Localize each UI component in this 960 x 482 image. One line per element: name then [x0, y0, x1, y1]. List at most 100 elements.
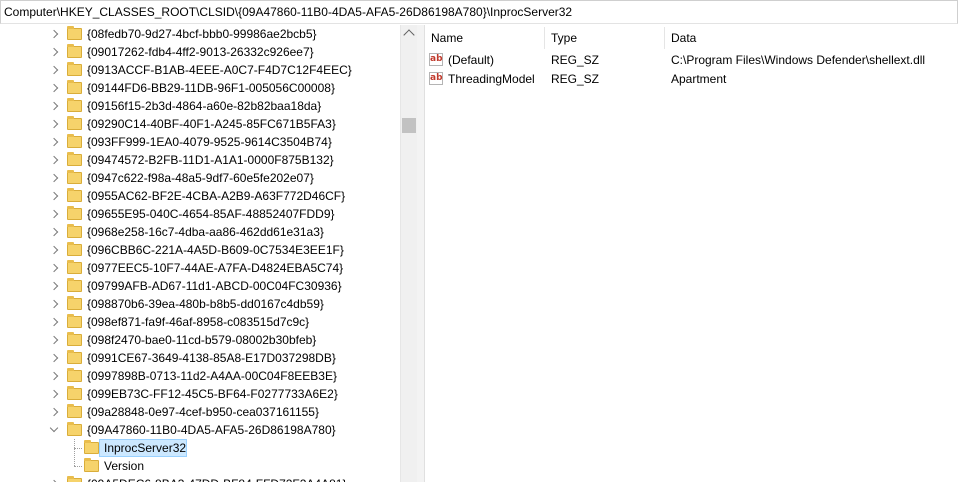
address-bar[interactable]: Computer\HKEY_CLASSES_ROOT\CLSID\{09A478… — [0, 0, 958, 24]
tree-key[interactable]: {093FF999-1EA0-4079-9525-9614C3504B74} — [0, 133, 400, 151]
tree-key[interactable]: {098ef871-fa9f-46af-8958-c083515d7c9c} — [0, 313, 400, 331]
chevron-right-icon[interactable] — [48, 133, 60, 151]
folder-icon — [67, 476, 82, 482]
tree-key-label: Version — [104, 459, 145, 473]
tree-vertical-scrollbar[interactable] — [400, 25, 417, 482]
chevron-right-icon[interactable] — [48, 349, 60, 367]
tree-key[interactable]: {098870b6-39ea-480b-b8b5-dd0167c4db59} — [0, 295, 400, 313]
folder-icon — [67, 62, 82, 76]
tree-key-label: {09156f15-2b3d-4864-a60e-82b82baa18da} — [87, 99, 322, 113]
folder-icon — [67, 314, 82, 328]
chevron-right-icon[interactable] — [48, 205, 60, 223]
tree-key[interactable]: {09144FD6-BB29-11DB-96F1-005056C00008} — [0, 79, 400, 97]
value-data: Apartment — [671, 72, 727, 86]
chevron-right-icon[interactable] — [48, 259, 60, 277]
chevron-right-icon[interactable] — [48, 61, 60, 79]
chevron-right-icon[interactable] — [48, 97, 60, 115]
chevron-right-icon[interactable] — [48, 295, 60, 313]
tree-key[interactable]: {09799AFB-AD67-11d1-ABCD-00C04FC30936} — [0, 277, 400, 295]
tree-subkey-inprocserver32[interactable]: InprocServer32 — [0, 439, 400, 457]
tree-key-label: {0955AC62-BF2E-4CBA-A2B9-A63F772D46CF} — [87, 189, 346, 203]
column-header-data[interactable]: Data — [671, 29, 696, 47]
tree-key[interactable]: {096CBB6C-221A-4A5D-B609-0C7534E3EE1F} — [0, 241, 400, 259]
folder-icon — [67, 368, 82, 382]
chevron-right-icon[interactable] — [48, 223, 60, 241]
value-data: C:\Program Files\Windows Defender\shelle… — [671, 53, 926, 67]
scroll-up-arrow-icon[interactable] — [403, 29, 415, 41]
chevron-right-icon[interactable] — [48, 313, 60, 331]
value-row[interactable]: ab ThreadingModel REG_SZ Apartment — [429, 70, 949, 88]
tree-key[interactable]: {098f2470-bae0-11cd-b579-08002b30bfeb} — [0, 331, 400, 349]
folder-icon — [67, 350, 82, 364]
folder-icon — [67, 170, 82, 184]
tree-key-label: {09290C14-40BF-40F1-A245-85FC671B5FA3} — [87, 117, 336, 131]
chevron-right-icon[interactable] — [48, 367, 60, 385]
tree-key-label: {09017262-fdb4-4ff2-9013-26332c926ee7} — [87, 45, 314, 59]
tree-key-label: {0913ACCF-B1AB-4EEE-A0C7-F4D7C12F4EEC} — [87, 63, 352, 77]
tree-key-label: {09A5DEC6-8BA3-47DD-BF84-FFD72F2A4A81} — [87, 475, 346, 482]
tree-key-label: {09a28848-0e97-4cef-b950-cea037161155} — [87, 405, 319, 419]
value-type: REG_SZ — [551, 72, 600, 86]
chevron-right-icon[interactable] — [48, 403, 60, 421]
tree-key[interactable]: {09A5DEC6-8BA3-47DD-BF84-FFD72F2A4A81} — [0, 475, 400, 482]
folder-icon — [67, 98, 82, 112]
tree-key[interactable]: {0955AC62-BF2E-4CBA-A2B9-A63F772D46CF} — [0, 187, 400, 205]
tree-key[interactable]: {09a28848-0e97-4cef-b950-cea037161155} — [0, 403, 400, 421]
tree-key[interactable]: {09655E95-040C-4654-85AF-48852407FDD9} — [0, 205, 400, 223]
tree-key[interactable]: {0947c622-f98a-48a5-9df7-60e5fe202e07} — [0, 169, 400, 187]
tree-key-label: {096CBB6C-221A-4A5D-B609-0C7534E3EE1F} — [87, 243, 344, 257]
chevron-right-icon[interactable] — [48, 151, 60, 169]
chevron-right-icon[interactable] — [48, 43, 60, 61]
value-row[interactable]: ab (Default) REG_SZ C:\Program Files\Win… — [429, 51, 949, 69]
key-tree[interactable]: {08fedb70-9d27-4bcf-bbb0-99986ae2bcb5} {0… — [0, 25, 400, 482]
folder-icon — [67, 134, 82, 148]
tree-key-expanded[interactable]: {09A47860-11B0-4DA5-AFA5-26D86198A780} — [0, 421, 400, 439]
chevron-right-icon[interactable] — [48, 385, 60, 403]
tree-key-label: {098f2470-bae0-11cd-b579-08002b30bfeb} — [87, 333, 317, 347]
tree-key[interactable]: {09474572-B2FB-11D1-A1A1-0000F875B132} — [0, 151, 400, 169]
chevron-right-icon[interactable] — [48, 277, 60, 295]
folder-icon — [67, 44, 82, 58]
tree-key[interactable]: {08fedb70-9d27-4bcf-bbb0-99986ae2bcb5} — [0, 25, 400, 43]
folder-icon — [67, 188, 82, 202]
tree-key[interactable]: {09290C14-40BF-40F1-A245-85FC671B5FA3} — [0, 115, 400, 133]
folder-icon — [67, 278, 82, 292]
chevron-right-icon[interactable] — [48, 331, 60, 349]
chevron-down-icon[interactable] — [48, 421, 60, 439]
column-header-type[interactable]: Type — [551, 29, 577, 47]
scroll-thumb[interactable] — [402, 118, 416, 133]
tree-key-label: InprocServer32 — [104, 441, 187, 455]
pane-splitter[interactable] — [417, 25, 425, 482]
chevron-right-icon[interactable] — [48, 187, 60, 205]
folder-icon — [67, 242, 82, 256]
column-header-name[interactable]: Name — [431, 29, 463, 47]
folder-icon — [67, 206, 82, 220]
chevron-right-icon[interactable] — [48, 475, 60, 482]
chevron-right-icon[interactable] — [48, 79, 60, 97]
tree-key-label: {099EB73C-FF12-45C5-BF64-F0277733A6E2} — [87, 387, 338, 401]
chevron-right-icon[interactable] — [48, 241, 60, 259]
tree-key[interactable]: {0913ACCF-B1AB-4EEE-A0C7-F4D7C12F4EEC} — [0, 61, 400, 79]
tree-key[interactable]: {09156f15-2b3d-4864-a60e-82b82baa18da} — [0, 97, 400, 115]
folder-icon — [84, 440, 99, 454]
folder-icon — [67, 422, 82, 436]
tree-key[interactable]: {0968e258-16c7-4dba-aa86-462dd61e31a3} — [0, 223, 400, 241]
chevron-right-icon[interactable] — [48, 115, 60, 133]
tree-key-label: {0997898B-0713-11d2-A4AA-00C04F8EEB3E} — [87, 369, 337, 383]
tree-key[interactable]: {0997898B-0713-11d2-A4AA-00C04F8EEB3E} — [0, 367, 400, 385]
values-pane[interactable]: Name Type Data ab (Default) REG_SZ C:\Pr… — [425, 25, 960, 482]
chevron-right-icon[interactable] — [48, 169, 60, 187]
chevron-right-icon[interactable] — [48, 25, 60, 43]
address-path[interactable]: Computer\HKEY_CLASSES_ROOT\CLSID\{09A478… — [4, 5, 572, 19]
column-divider[interactable] — [544, 27, 545, 49]
tree-subkey-version[interactable]: Version — [0, 457, 400, 475]
tree-key[interactable]: {0991CE67-3649-4138-85A8-E17D037298DB} — [0, 349, 400, 367]
tree-key-label: {093FF999-1EA0-4079-9525-9614C3504B74} — [87, 135, 332, 149]
tree-key-label: {08fedb70-9d27-4bcf-bbb0-99986ae2bcb5} — [87, 27, 317, 41]
column-divider[interactable] — [664, 27, 665, 49]
tree-key[interactable]: {0977EEC5-10F7-44AE-A7FA-D4824EBA5C74} — [0, 259, 400, 277]
folder-icon — [67, 26, 82, 40]
tree-key[interactable]: {099EB73C-FF12-45C5-BF64-F0277733A6E2} — [0, 385, 400, 403]
tree-key[interactable]: {09017262-fdb4-4ff2-9013-26332c926ee7} — [0, 43, 400, 61]
folder-icon — [67, 116, 82, 130]
